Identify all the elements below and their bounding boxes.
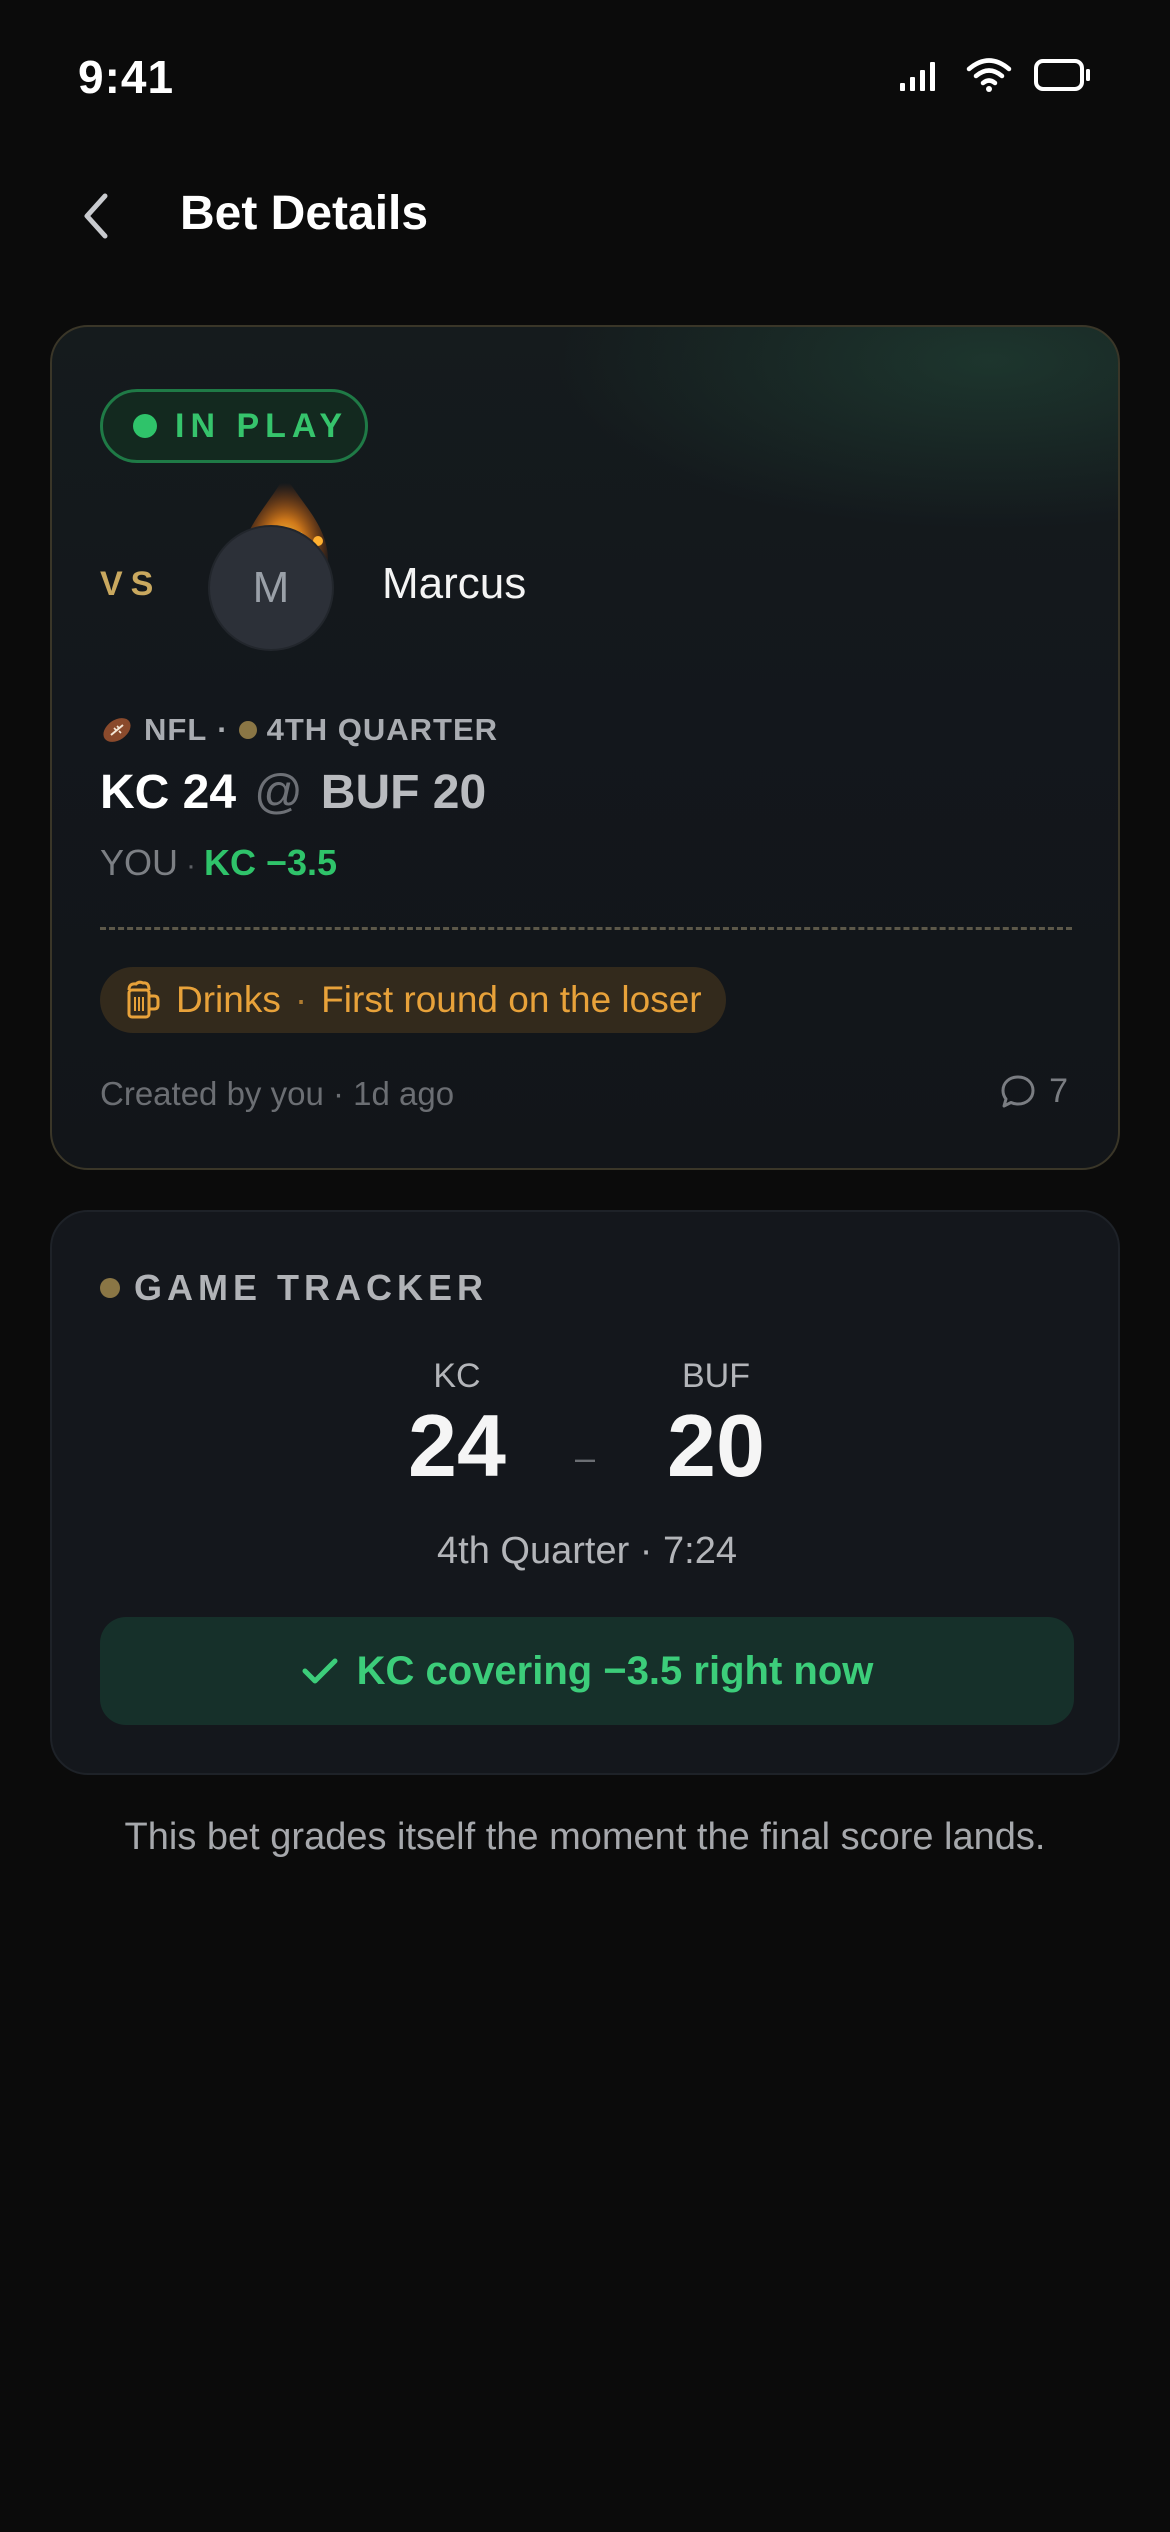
separator-dot: · (217, 712, 229, 747)
nav-header: Bet Details (0, 170, 1170, 260)
league-row: NFL · 4TH QUARTER (100, 712, 498, 748)
home-score-text: KC 24 (100, 766, 237, 819)
status-label: IN PLAY (175, 406, 349, 445)
comment-count: 7 (1049, 1072, 1068, 1110)
opponent-avatar[interactable]: M (210, 527, 332, 649)
league-name: NFL (144, 712, 208, 747)
separator-dot: · (186, 849, 197, 882)
matchup-score: KC 24 @ BUF 20 (100, 765, 486, 820)
opponent-name[interactable]: Marcus (382, 559, 526, 609)
status-icons (898, 58, 1092, 92)
comment-icon (1001, 1075, 1035, 1107)
score-dash: – (575, 1437, 596, 1478)
at-symbol: @ (254, 766, 303, 819)
battery-icon (1034, 59, 1090, 91)
game-clock: 4th Quarter · 7:24 (437, 1530, 737, 1572)
dashed-divider (100, 927, 1072, 930)
game-tracker-card: GAME TRACKER KC 24 – BUF 20 4th Quarter … (50, 1210, 1120, 1775)
bet-details-screen: 9:41 Bet Details IN PLAY VS M Marcus NFL… (0, 0, 1170, 2532)
status-bar: 9:41 (0, 0, 1170, 150)
footer-note: This bet grades itself the moment the fi… (124, 1816, 1046, 1858)
bet-card: IN PLAY VS M Marcus NFL · 4TH QUARTER KC… (50, 325, 1120, 1170)
checkmark-icon (302, 1658, 338, 1684)
wifi-icon (966, 58, 1012, 92)
you-label: YOU (100, 842, 179, 883)
stakes-category: Drinks (176, 979, 281, 1020)
cover-status-banner: KC covering −3.5 right now (100, 1617, 1074, 1725)
pick-line: YOU · KC −3.5 (100, 842, 337, 884)
beer-mug-icon (127, 980, 160, 1019)
page-title: Bet Details (180, 187, 429, 240)
tracker-dot (100, 1278, 120, 1298)
status-time: 9:41 (78, 51, 175, 103)
period-dot (238, 721, 257, 739)
period-label: 4TH QUARTER (266, 712, 499, 747)
away-team-column: BUF 20 (626, 1357, 806, 1490)
stakes-text: First round on the loser (321, 979, 702, 1020)
pick-value: KC −3.5 (204, 842, 338, 883)
home-team-score: 24 (408, 1396, 506, 1495)
stakes-badge: Drinks · First round on the loser (100, 967, 726, 1033)
back-button[interactable] (70, 190, 122, 242)
cover-status-text: KC covering −3.5 right now (356, 1648, 874, 1693)
away-score-text: BUF 20 (320, 766, 487, 819)
tracker-title: GAME TRACKER (134, 1267, 488, 1308)
home-team-column: KC 24 (367, 1357, 547, 1490)
football-icon (103, 718, 131, 742)
created-info: Created by you · 1d ago (100, 1075, 455, 1112)
away-team-abbr: BUF (682, 1357, 750, 1395)
signal-icon (900, 62, 935, 91)
away-team-score: 20 (667, 1396, 765, 1495)
tracker-header: GAME TRACKER (100, 1267, 488, 1309)
status-badge: IN PLAY (100, 389, 368, 463)
live-dot (133, 414, 157, 438)
vs-label: VS (100, 565, 162, 603)
home-team-abbr: KC (433, 1357, 481, 1395)
comments-button[interactable]: 7 (999, 1072, 1068, 1111)
separator-dot: · (294, 979, 308, 1020)
back-chevron-icon (84, 193, 108, 239)
